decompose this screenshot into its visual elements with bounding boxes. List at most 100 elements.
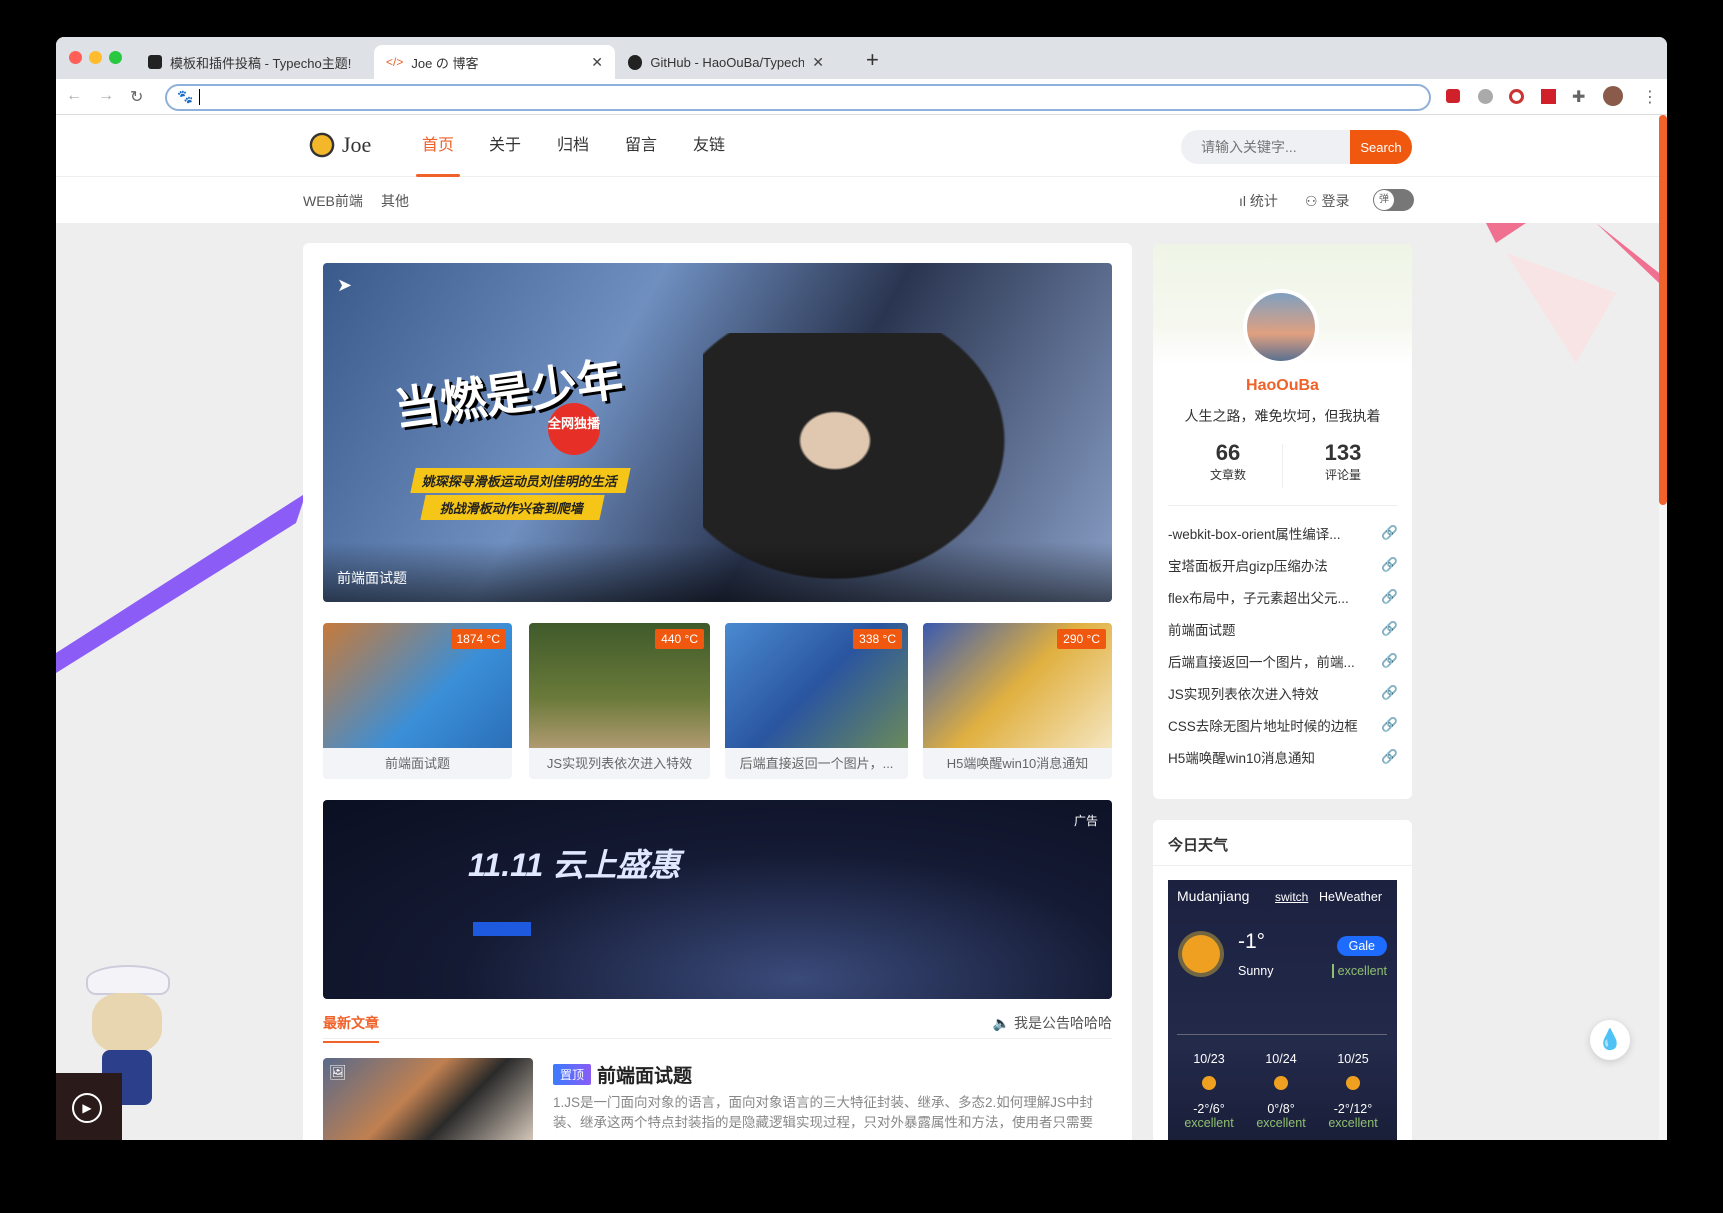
article-excerpt: 1.JS是一门面向对象的语言，面向对象语言的三大特征封装、继承、多态2.如何理解… [553, 1095, 1094, 1130]
barrage-toggle[interactable]: 弹 [1373, 189, 1414, 211]
recent-article-link[interactable]: JS实现列表依次进入特效 🔗 [1168, 677, 1398, 709]
latest-header: 最新文章 🔈 我是公告哈哈哈 [323, 1013, 1112, 1043]
category-other[interactable]: 其他 [381, 191, 409, 211]
hot-article-card[interactable]: 290 °C H5端唤醒win10消息通知 [923, 623, 1112, 779]
search-input[interactable] [1181, 130, 1351, 164]
nav-friends[interactable]: 友链 [693, 115, 725, 177]
music-player[interactable]: ▶ [56, 1073, 122, 1140]
close-tab-icon[interactable]: ✕ [591, 54, 603, 71]
tab-github[interactable]: GitHub - HaoOuBa/Typecho-Jo✕ [616, 45, 836, 79]
sun-icon [1182, 935, 1220, 973]
color-extension-icon[interactable] [1509, 89, 1524, 104]
weather-provider[interactable]: HeWeather [1319, 890, 1382, 904]
heat-badge: 1874 °C [450, 629, 506, 649]
puzzle-icon[interactable]: ✚ [1572, 87, 1585, 107]
hot-article-card[interactable]: 440 °C JS实现列表依次进入特效 [529, 623, 710, 779]
switch-city-link[interactable]: switch [1275, 890, 1308, 904]
extension-icon[interactable] [1478, 89, 1493, 104]
site-header: Joe 首页 关于 归档 留言 友链 Search [56, 115, 1659, 177]
recent-article-link[interactable]: H5端唤醒win10消息通知 🔗 [1168, 741, 1398, 773]
avatar[interactable] [1243, 289, 1319, 365]
theme-drop-button[interactable]: 💧 [1590, 1020, 1630, 1060]
browser-window: 模板和插件投稿 - Typecho主题!✕ </>Joe の 博客✕ GitHu… [56, 37, 1667, 1140]
nav-archive[interactable]: 归档 [557, 115, 589, 177]
tab-joe-blog[interactable]: </> Joe の 博客 ✕ [374, 45, 615, 79]
recent-article-link[interactable]: -webkit-box-orient属性编译... 🔗 [1168, 517, 1398, 549]
hot-article-title: 前端面试题 [384, 756, 450, 771]
sun-icon [1202, 1076, 1216, 1090]
nav-guestbook[interactable]: 留言 [625, 115, 657, 177]
hot-article-card[interactable]: 1874 °C 前端面试题 [323, 623, 512, 779]
hot-article-title: JS实现列表依次进入特效 [546, 756, 693, 771]
poster-line: 挑战滑板动作兴奋到爬墙 [420, 495, 605, 520]
recent-article-link[interactable]: 前端面试题 🔗 [1168, 613, 1398, 645]
article-heading[interactable]: 置顶 前端面试题 [553, 1061, 692, 1088]
heat-badge: 338 °C [853, 629, 902, 649]
forward-icon[interactable]: → [98, 87, 114, 105]
poster-line: 姚琛探寻滑板运动员刘佳明的生活 [410, 468, 631, 493]
maximize-window-button[interactable] [109, 51, 122, 64]
search-button[interactable]: Search [1350, 130, 1412, 164]
nav-home[interactable]: 首页 [415, 115, 461, 177]
recent-article-link[interactable]: CSS去除无图片地址时候的边框 🔗 [1168, 709, 1398, 741]
ad-cta-button[interactable] [473, 922, 531, 936]
forecast-day: 10/24 0°/8° excellent [1256, 1052, 1306, 1130]
site-logo[interactable]: Joe [306, 127, 371, 163]
author-motto: 人生之路，难免坎坷，但我执着 [1184, 408, 1381, 424]
hot-article-card[interactable]: 338 °C 后端直接返回一个图片，... [725, 623, 908, 779]
tab-latest-articles[interactable]: 最新文章 [323, 1013, 379, 1043]
bee-icon [306, 127, 338, 163]
profile-avatar[interactable] [1603, 86, 1623, 106]
recent-article-link[interactable]: 宝塔面板开启gizp压缩办法 🔗 [1168, 549, 1398, 581]
scrollbar-thumb[interactable] [1659, 115, 1667, 505]
category-web-frontend[interactable]: WEB前端 [303, 191, 363, 211]
lock-extension-icon[interactable] [1446, 89, 1460, 103]
author-name[interactable]: HaoOuBa [1153, 377, 1412, 395]
article-title: 前端面试题 [597, 1066, 693, 1087]
play-icon[interactable]: ▶ [72, 1093, 102, 1123]
ad-banner[interactable]: 广告 11.11 云上盛惠 [323, 800, 1112, 999]
address-bar[interactable]: 🐾 [165, 84, 1431, 111]
pinned-badge: 置顶 [553, 1064, 592, 1085]
ad-label: 广告 [1073, 814, 1098, 828]
close-tab-icon[interactable]: ✕ [812, 54, 824, 71]
forecast-day: 10/25 -2°/12° excellent [1328, 1052, 1378, 1130]
reload-icon[interactable]: ↻ [130, 87, 143, 107]
recent-article-link[interactable]: flex布局中，子元素超出父元... 🔗 [1168, 581, 1398, 613]
weather-panel: Mudanjiang switch HeWeather -1° Sunny Ga… [1168, 880, 1397, 1140]
back-icon[interactable]: ← [66, 87, 82, 105]
link-icon: 🔗 [1381, 749, 1398, 764]
link-icon: 🔗 [1381, 653, 1398, 668]
sun-icon [1274, 1076, 1288, 1090]
baidu-paw-icon: 🐾 [177, 89, 194, 104]
sun-icon [1346, 1076, 1360, 1090]
hero-banner[interactable]: ➤ 当燃是少年 全网独播 姚琛探寻滑板运动员刘佳明的生活 挑战滑板动作兴奋到爬墙… [323, 263, 1112, 602]
current-temp: -1° [1238, 930, 1266, 953]
main-content: ➤ 当燃是少年 全网独播 姚琛探寻滑板运动员刘佳明的生活 挑战滑板动作兴奋到爬墙… [303, 243, 1132, 1140]
scrollbar[interactable] [1659, 115, 1667, 1140]
menu-icon[interactable]: ⋮ [1642, 87, 1658, 107]
notice[interactable]: 🔈 我是公告哈哈哈 [993, 1013, 1112, 1033]
link-icon: 🔗 [1381, 557, 1398, 572]
login-link[interactable]: ⚇ 登录 [1305, 191, 1349, 211]
hot-article-title: H5端唤醒win10消息通知 [946, 756, 1089, 771]
link-icon: 🔗 [1381, 525, 1398, 540]
recent-article-link[interactable]: 后端直接返回一个图片，前端... 🔗 [1168, 645, 1398, 677]
flag-extension-icon[interactable] [1541, 89, 1556, 104]
doc-icon [148, 55, 162, 69]
article-thumbnail[interactable]: 🖼 [323, 1058, 533, 1140]
air-quality: excellent [1331, 964, 1387, 978]
sub-navigation: WEB前端 其他 ıl 统计 ⚇ 登录 弹 [56, 177, 1659, 223]
minimize-window-button[interactable] [89, 51, 102, 64]
hero-caption: 前端面试题 [337, 570, 407, 586]
poster-tag: 全网独播 [548, 403, 600, 455]
divider [1282, 444, 1283, 488]
link-icon: 🔗 [1381, 717, 1398, 732]
stats-link[interactable]: ıl 统计 [1239, 191, 1278, 211]
nav-about[interactable]: 关于 [489, 115, 521, 177]
close-window-button[interactable] [69, 51, 82, 64]
code-icon: </> [386, 55, 404, 69]
divider [1168, 505, 1398, 506]
comment-count: 133 评论量 [1324, 440, 1362, 482]
new-tab-button[interactable]: + [866, 47, 879, 73]
